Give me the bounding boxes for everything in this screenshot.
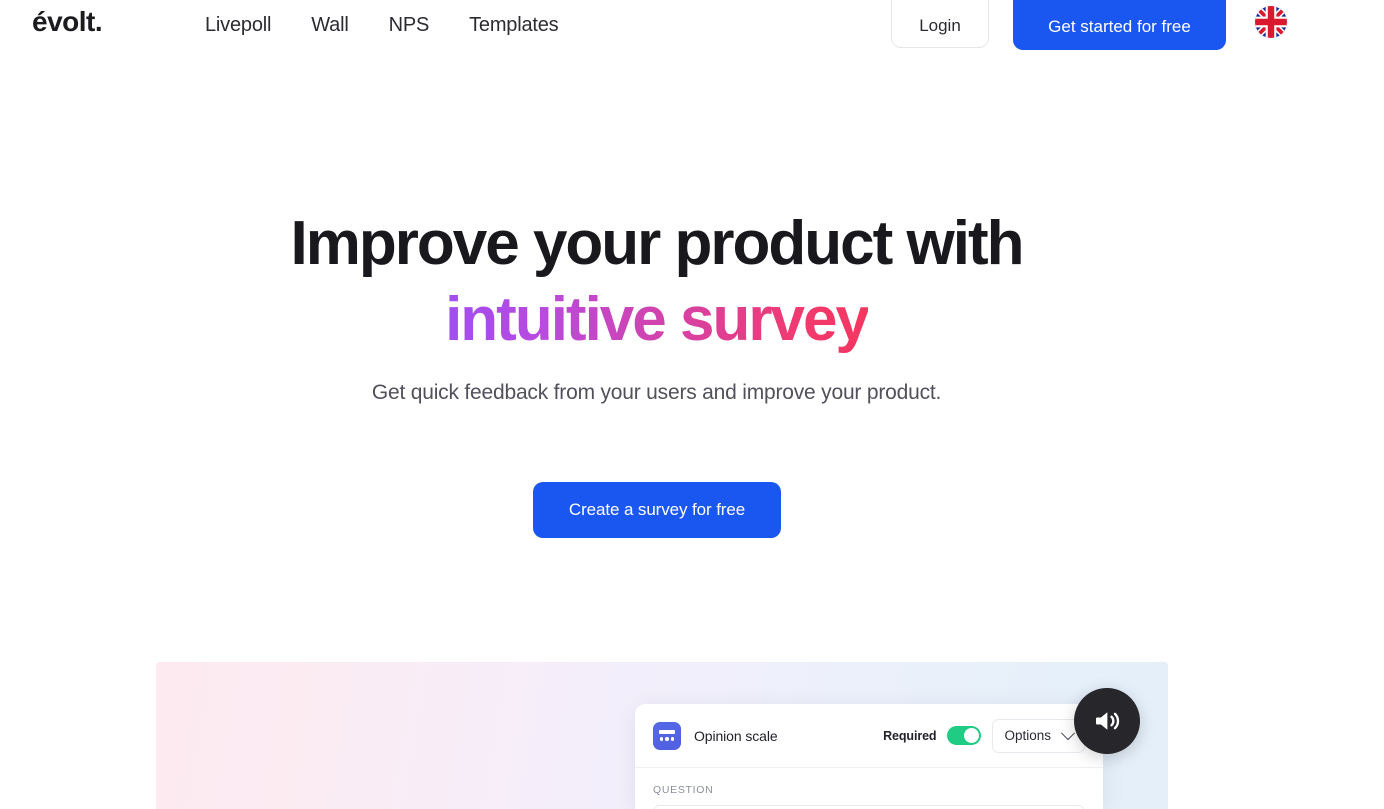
toggle-knob [964, 728, 980, 743]
question-preview-card: Opinion scale Required Options QUESTION [635, 704, 1103, 809]
hero-subtitle: Get quick feedback from your users and i… [0, 376, 1313, 410]
options-dropdown[interactable]: Options [992, 718, 1085, 753]
hero-title-accent: intuitive survey [445, 285, 870, 354]
login-button[interactable]: Login [891, 0, 989, 48]
opinion-scale-icon [653, 721, 681, 750]
hero-title-line1: Improve your product with [290, 209, 1025, 278]
question-card-body: QUESTION [635, 768, 1103, 809]
page-title: Improve your product with intuitive surv… [0, 206, 1313, 358]
create-survey-button[interactable]: Create a survey for free [533, 482, 781, 538]
nav-item-templates[interactable]: Templates [469, 13, 559, 37]
required-label: Required [883, 728, 937, 743]
options-dropdown-label: Options [1004, 728, 1051, 743]
main-navigation: Livepoll Wall NPS Templates [205, 13, 559, 37]
nav-item-livepoll[interactable]: Livepoll [205, 13, 271, 37]
question-card-header: Opinion scale Required Options [635, 704, 1103, 768]
brand-logo[interactable]: évolt. [32, 8, 103, 36]
question-input[interactable] [653, 805, 1085, 809]
audio-play-button[interactable] [1074, 688, 1140, 754]
hero-subtitle-text: Get quick feedback from your users and i… [371, 381, 942, 404]
question-type-label: Opinion scale [694, 727, 778, 744]
nav-item-nps[interactable]: NPS [389, 13, 430, 37]
chevron-down-icon [1060, 725, 1076, 740]
question-field-label: QUESTION [653, 784, 714, 796]
site-header: évolt. Livepoll Wall NPS Templates Login… [0, 0, 1384, 52]
question-card-controls: Required Options [883, 718, 1085, 753]
landing-page: évolt. Livepoll Wall NPS Templates Login… [0, 0, 1384, 809]
nav-item-wall[interactable]: Wall [311, 13, 349, 37]
get-started-button[interactable]: Get started for free [1013, 0, 1226, 50]
required-toggle[interactable] [947, 726, 982, 745]
speaker-icon [1096, 712, 1120, 730]
uk-flag-icon[interactable] [1255, 6, 1287, 38]
